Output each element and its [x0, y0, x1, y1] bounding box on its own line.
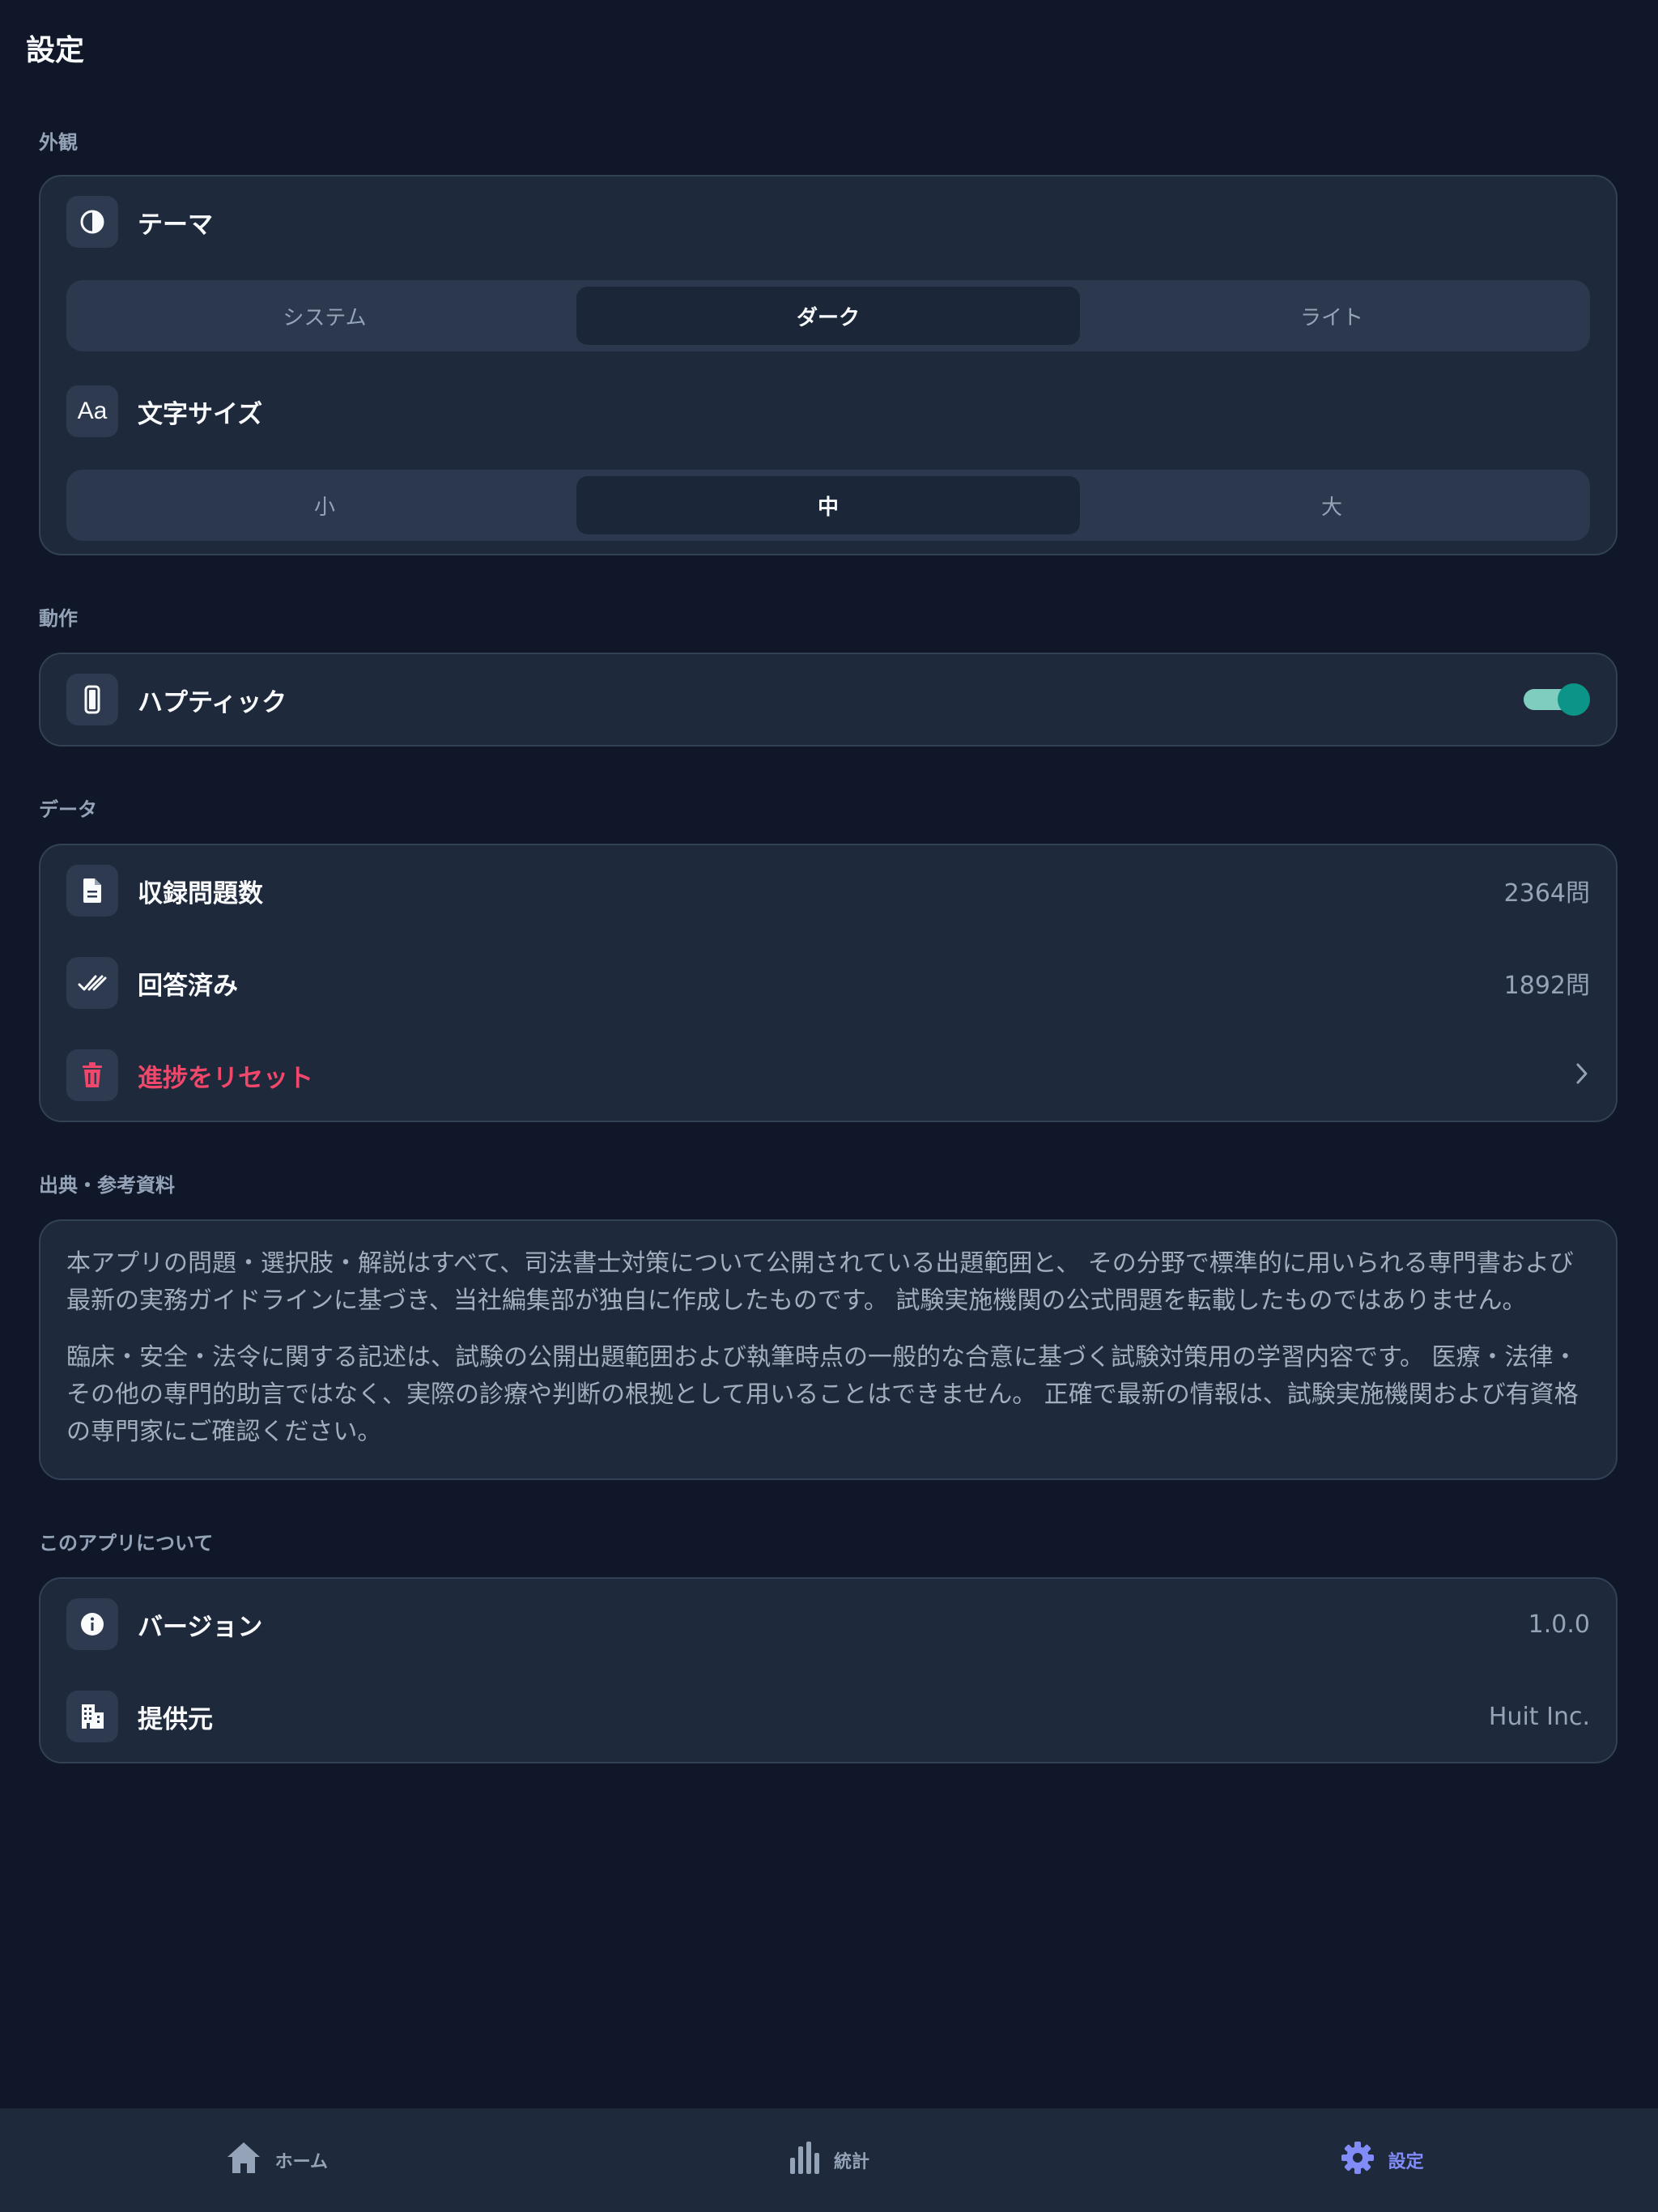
theme-option-dark[interactable]: ダーク — [576, 287, 1080, 345]
document-icon — [66, 865, 118, 917]
nav-settings[interactable]: 設定 — [1105, 2108, 1658, 2212]
theme-selector: システム ダーク ライト — [66, 280, 1590, 351]
provider-label: 提供元 — [138, 1704, 213, 1734]
appearance-card: テーマ システム ダーク ライト Aa 文字サイズ 小 中 大 — [39, 175, 1618, 555]
nav-home[interactable]: ホーム — [0, 2108, 553, 2212]
phone-icon — [66, 674, 118, 725]
nav-home-label: ホーム — [274, 2152, 328, 2172]
gear-icon — [1340, 2140, 1375, 2180]
haptic-row: ハプティック — [66, 674, 1590, 725]
data-card: 収録問題数 2364問 回答済み 1892問 進捗をリセット — [39, 844, 1618, 1122]
font-size-option-large[interactable]: 大 — [1080, 476, 1584, 534]
answered-label: 回答済み — [138, 971, 238, 1001]
version-value: 1.0.0 — [1528, 1610, 1590, 1639]
theme-option-light[interactable]: ライト — [1080, 287, 1584, 345]
total-questions-row: 収録問題数 2364問 — [66, 865, 1590, 917]
section-label-behavior: 動作 — [39, 607, 78, 630]
trash-icon — [66, 1049, 118, 1101]
answered-row: 回答済み 1892問 — [66, 957, 1590, 1009]
font-size-option-small[interactable]: 小 — [73, 476, 576, 534]
building-icon — [66, 1691, 118, 1742]
sources-paragraph-1: 本アプリの問題・選択肢・解説はすべて、司法書士対策について公開されている出題範囲… — [66, 1249, 1574, 1315]
sources-paragraph-2: 臨床・安全・法令に関する記述は、試験の公開出題範囲および執筆時点の一般的な合意に… — [66, 1343, 1579, 1446]
behavior-card: ハプティック — [39, 653, 1618, 747]
section-label-sources: 出典・参考資料 — [39, 1174, 175, 1197]
reset-progress-label: 進捗をリセット — [138, 1063, 313, 1093]
provider-row: 提供元 Huit Inc. — [66, 1691, 1590, 1742]
nav-stats-label: 統計 — [834, 2152, 870, 2172]
page-title: 設定 — [26, 34, 85, 67]
bar-chart-icon — [789, 2140, 821, 2180]
double-check-icon — [66, 957, 118, 1009]
theme-label: テーマ — [138, 210, 213, 240]
font-size-label: 文字サイズ — [138, 399, 263, 429]
total-questions-label: 収録問題数 — [138, 878, 263, 908]
theme-option-system[interactable]: システム — [73, 287, 576, 345]
haptic-label: ハプティック — [138, 687, 287, 717]
text-size-icon: Aa — [66, 385, 118, 437]
home-icon — [225, 2140, 262, 2180]
reset-progress-row[interactable]: 進捗をリセット — [66, 1049, 1590, 1101]
sources-card: 本アプリの問題・選択肢・解説はすべて、司法書士対策について公開されている出題範囲… — [39, 1219, 1618, 1480]
haptic-toggle[interactable] — [1524, 683, 1590, 716]
version-row: バージョン 1.0.0 — [66, 1598, 1590, 1650]
contrast-icon — [66, 196, 118, 248]
info-icon — [66, 1598, 118, 1650]
section-label-data: データ — [39, 798, 97, 821]
nav-settings-label: 設定 — [1388, 2152, 1424, 2172]
theme-row: テーマ — [66, 196, 1590, 248]
font-size-selector: 小 中 大 — [66, 470, 1590, 541]
answered-value: 1892問 — [1503, 972, 1590, 1000]
bottom-nav: ホーム 統計 設定 — [0, 2108, 1658, 2212]
nav-stats[interactable]: 統計 — [553, 2108, 1106, 2212]
total-questions-value: 2364問 — [1503, 879, 1590, 908]
font-size-option-medium[interactable]: 中 — [576, 476, 1080, 534]
version-label: バージョン — [138, 1612, 263, 1642]
section-label-appearance: 外観 — [39, 131, 78, 154]
chevron-right-icon — [1574, 1061, 1590, 1089]
about-card: バージョン 1.0.0 提供元 Huit Inc. — [39, 1577, 1618, 1763]
provider-value: Huit Inc. — [1488, 1702, 1590, 1731]
font-size-row: Aa 文字サイズ — [66, 385, 1590, 437]
section-label-about: このアプリについて — [39, 1532, 214, 1555]
